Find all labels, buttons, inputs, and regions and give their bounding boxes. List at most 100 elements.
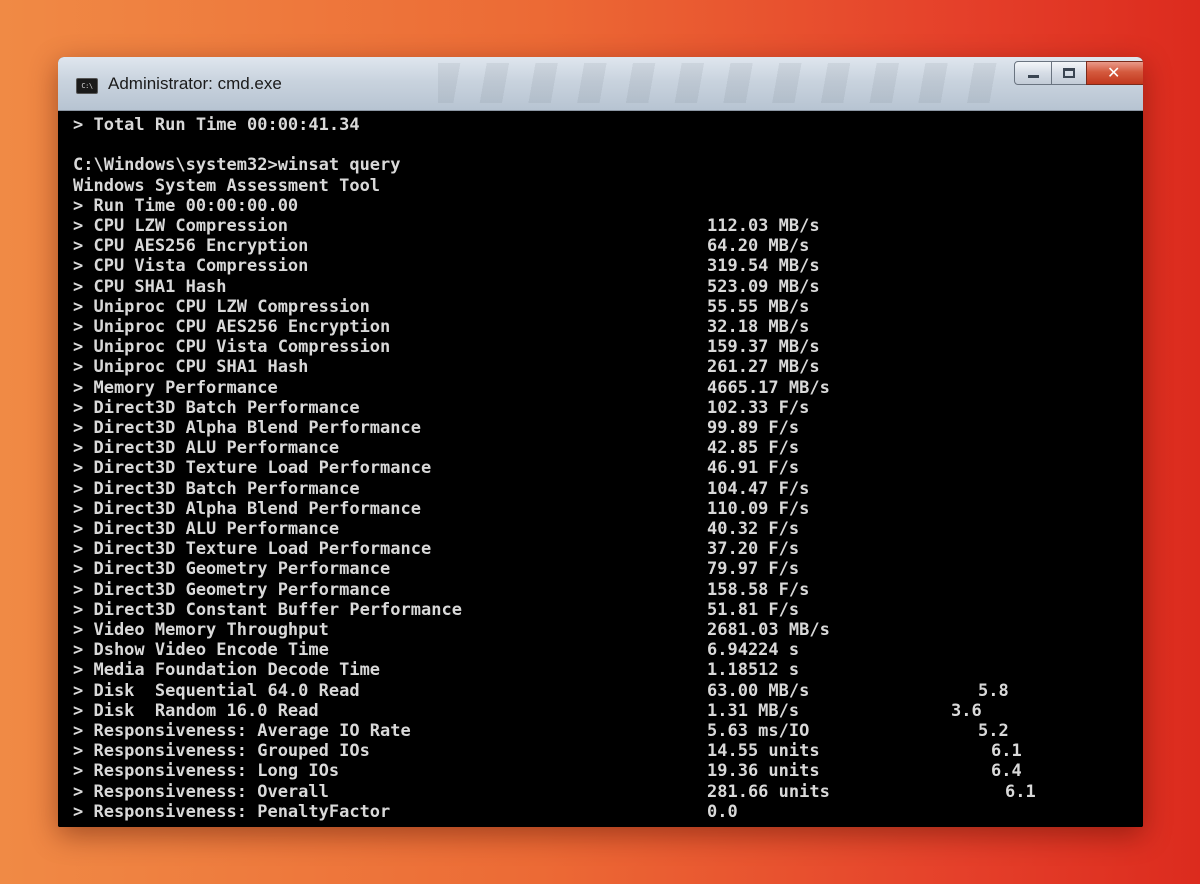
console-line: > CPU AES256 Encryption 64.20 MB/s: [73, 236, 1133, 256]
console-line: > Direct3D Batch Performance 104.47 F/s: [73, 479, 1133, 499]
console-line-value: 4665.17 MB/s: [707, 377, 830, 398]
console-line: > Responsiveness: Long IOs 19.36 units 6.4: [73, 761, 1133, 781]
console-line: C:\Windows\system32>winsat query: [73, 155, 1133, 175]
title-bar[interactable]: C:\ Administrator: cmd.exe ✕: [58, 57, 1143, 111]
console-line: > Run Time 00:00:00.00: [73, 196, 1133, 216]
console-line-value: 159.37 MB/s: [707, 337, 820, 358]
console-line-score: 6.1: [991, 741, 1022, 762]
console-line: > Media Foundation Decode Time 1.18512 s: [73, 660, 1133, 680]
console-line-text: > CPU SHA1 Hash: [73, 276, 227, 297]
console-line-text: C:\Windows\system32>winsat query: [73, 155, 401, 176]
console-line-text: > Direct3D Alpha Blend Performance: [73, 418, 421, 438]
console-line: > Video Memory Throughput 2681.03 MB/s: [73, 620, 1133, 640]
console-line-text: > Uniproc CPU AES256 Encryption: [73, 317, 391, 337]
console-line: > Direct3D Geometry Performance 158.58 F/…: [73, 580, 1133, 600]
console-line-text: > Direct3D Constant Buffer Performance: [73, 599, 462, 620]
console-line-value: 51.81 F/s: [707, 599, 800, 620]
console-line-text: > Direct3D Alpha Blend Performance: [73, 498, 421, 519]
console-line-value: 1.31 MB/s: [707, 700, 800, 721]
console-line-value: 64.20 MB/s: [707, 236, 810, 257]
console-line-value: 319.54 MB/s: [707, 256, 820, 277]
console-line-score: 3.6: [951, 700, 982, 721]
console-output[interactable]: > Total Run Time 00:00:41.34 C:\Windows\s…: [58, 111, 1143, 827]
console-line-score: 5.8: [978, 680, 1009, 701]
console-line: > Responsiveness: PenaltyFactor 0.0: [73, 802, 1133, 822]
console-line-value: 261.27 MB/s: [707, 357, 820, 378]
console-line-text: > Total Run Time 00:00:41.34: [73, 115, 360, 135]
console-line: > Dshow Video Encode Time 6.94224 s: [73, 640, 1133, 660]
console-line-score: 6.1: [1005, 781, 1036, 802]
console-line-text: > CPU AES256 Encryption: [73, 236, 309, 257]
console-line-value: 523.09 MB/s: [707, 276, 820, 297]
console-line-text: > Responsiveness: Grouped IOs: [73, 741, 370, 762]
maximize-icon: [1063, 68, 1075, 78]
console-line-value: 63.00 MB/s: [707, 680, 810, 701]
console-line-value: 55.55 MB/s: [707, 296, 810, 317]
minimize-icon: [1028, 75, 1039, 78]
console-line-text: > Direct3D Batch Performance: [73, 397, 360, 418]
console-line: > Direct3D Batch Performance 102.33 F/s: [73, 398, 1133, 418]
console-line: > Total Run Time 00:00:41.34: [73, 115, 1133, 135]
console-line: > Responsiveness: Overall 281.66 units 6.1: [73, 782, 1133, 802]
console-line: > Disk Random 16.0 Read 1.31 MB/s 3.6: [73, 701, 1133, 721]
close-button[interactable]: ✕: [1086, 61, 1143, 85]
console-line: > Direct3D ALU Performance 42.85 F/s: [73, 438, 1133, 458]
console-line: > Direct3D Alpha Blend Performance 110.09…: [73, 499, 1133, 519]
console-line-text: > Dshow Video Encode Time: [73, 640, 329, 661]
console-line: > Uniproc CPU Vista Compression 159.37 MB…: [73, 337, 1133, 357]
console-line: > Direct3D Texture Load Performance 37.20…: [73, 539, 1133, 559]
console-line-text: > Memory Performance: [73, 377, 278, 398]
console-line-score: 6.4: [991, 761, 1022, 782]
console-line-value: 42.85 F/s: [707, 438, 800, 459]
console-line: > Uniproc CPU SHA1 Hash 261.27 MB/s: [73, 357, 1133, 377]
console-line-value: 0.0: [707, 801, 738, 822]
console-line: > Direct3D Alpha Blend Performance 99.89 …: [73, 418, 1133, 438]
console-line: > Disk Sequential 64.0 Read 63.00 MB/s 5.8: [73, 681, 1133, 701]
console-line-text: > Direct3D ALU Performance: [73, 519, 340, 539]
console-line: > Uniproc CPU AES256 Encryption 32.18 MB/…: [73, 317, 1133, 337]
console-line-text: > Direct3D Batch Performance: [73, 478, 360, 499]
console-line-value: 6.94224 s: [707, 640, 800, 661]
console-line-value: 46.91 F/s: [707, 458, 800, 479]
console-line-text: > Direct3D Geometry Performance: [73, 559, 391, 580]
console-line: > Direct3D Constant Buffer Performance 51…: [73, 600, 1133, 620]
console-line-text: > Direct3D Texture Load Performance: [73, 539, 432, 560]
console-line-text: > Video Memory Throughput: [73, 620, 329, 640]
console-line-score: 5.2: [978, 721, 1009, 741]
console-line-value: 14.55 units: [707, 741, 820, 762]
console-line-value: 5.63 ms/IO: [707, 721, 810, 741]
console-line-value: 40.32 F/s: [707, 519, 800, 539]
cmd-window[interactable]: C:\ Administrator: cmd.exe ✕ > Total Run…: [58, 57, 1143, 827]
console-line: Windows System Assessment Tool: [73, 176, 1133, 196]
console-line-text: > CPU LZW Compression: [73, 216, 288, 236]
console-line: > Direct3D ALU Performance 40.32 F/s: [73, 519, 1133, 539]
console-line-text: Windows System Assessment Tool: [73, 175, 381, 196]
console-line-text: > Responsiveness: PenaltyFactor: [73, 801, 391, 822]
console-line-text: > Disk Random 16.0 Read: [73, 700, 319, 721]
console-line-value: 37.20 F/s: [707, 539, 800, 560]
console-line: > Responsiveness: Average IO Rate 5.63 ms…: [73, 721, 1133, 741]
maximize-button[interactable]: [1051, 61, 1087, 85]
console-line: > Uniproc CPU LZW Compression 55.55 MB/s: [73, 297, 1133, 317]
console-line-text: > Direct3D Texture Load Performance: [73, 458, 432, 479]
console-line-text: > Media Foundation Decode Time: [73, 660, 381, 681]
console-line: > CPU SHA1 Hash 523.09 MB/s: [73, 277, 1133, 297]
close-icon: ✕: [1107, 63, 1121, 82]
console-line-text: > Disk Sequential 64.0 Read: [73, 680, 360, 701]
console-line-value: 104.47 F/s: [707, 478, 810, 499]
console-line-text: > Uniproc CPU LZW Compression: [73, 296, 370, 317]
console-line-text: > Run Time 00:00:00.00: [73, 195, 299, 216]
console-line-value: 19.36 units: [707, 761, 820, 782]
console-line: > Direct3D Geometry Performance 79.97 F/s: [73, 559, 1133, 579]
console-line-value: 99.89 F/s: [707, 418, 800, 438]
console-line-text: > Uniproc CPU Vista Compression: [73, 337, 391, 358]
console-line-value: 2681.03 MB/s: [707, 620, 830, 640]
console-line-value: 110.09 F/s: [707, 498, 810, 519]
console-line-text: > Responsiveness: Overall: [73, 781, 329, 802]
cmd-app-icon[interactable]: C:\: [76, 78, 98, 94]
console-line-value: 158.58 F/s: [707, 579, 810, 600]
console-line-text: > Direct3D ALU Performance: [73, 438, 340, 459]
minimize-button[interactable]: [1014, 61, 1052, 85]
console-line-text: > Responsiveness: Long IOs: [73, 761, 340, 782]
